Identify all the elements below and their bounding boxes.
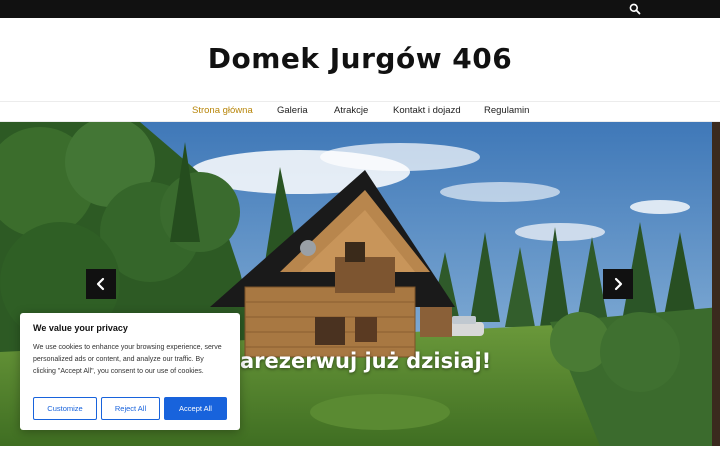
chevron-left-icon bbox=[96, 277, 105, 291]
nav-item-gallery[interactable]: Galeria bbox=[277, 105, 308, 116]
site-title[interactable]: Domek Jurgów 406 bbox=[0, 42, 720, 75]
customize-button[interactable]: Customize bbox=[33, 397, 97, 420]
slider-prev-button[interactable] bbox=[86, 269, 116, 299]
site-header: Domek Jurgów 406 bbox=[0, 18, 720, 102]
cookie-description: We use cookies to enhance your browsing … bbox=[33, 344, 222, 375]
cookie-buttons: Customize Reject All Accept All bbox=[33, 397, 227, 420]
cookie-title: We value your privacy bbox=[33, 323, 128, 333]
nav-item-rules[interactable]: Regulamin bbox=[484, 105, 529, 116]
main-nav: Strona główna Galeria Atrakcje Kontakt i… bbox=[0, 101, 720, 122]
next-slide-peek bbox=[712, 122, 720, 446]
slider-next-button[interactable] bbox=[603, 269, 633, 299]
hero-caption: arezerwuj już dzisiaj! bbox=[240, 349, 492, 373]
search-icon bbox=[629, 3, 641, 15]
cookie-consent-banner: We value your privacy We use cookies to … bbox=[20, 313, 240, 430]
nav-item-attractions[interactable]: Atrakcje bbox=[334, 105, 368, 116]
search-button[interactable] bbox=[628, 2, 642, 16]
accept-all-button[interactable]: Accept All bbox=[164, 397, 227, 420]
nav-item-home[interactable]: Strona główna bbox=[192, 105, 253, 116]
chevron-right-icon bbox=[614, 277, 623, 291]
reject-all-button[interactable]: Reject All bbox=[101, 397, 160, 420]
nav-item-contact[interactable]: Kontakt i dojazd bbox=[393, 105, 461, 116]
top-bar bbox=[0, 0, 720, 18]
